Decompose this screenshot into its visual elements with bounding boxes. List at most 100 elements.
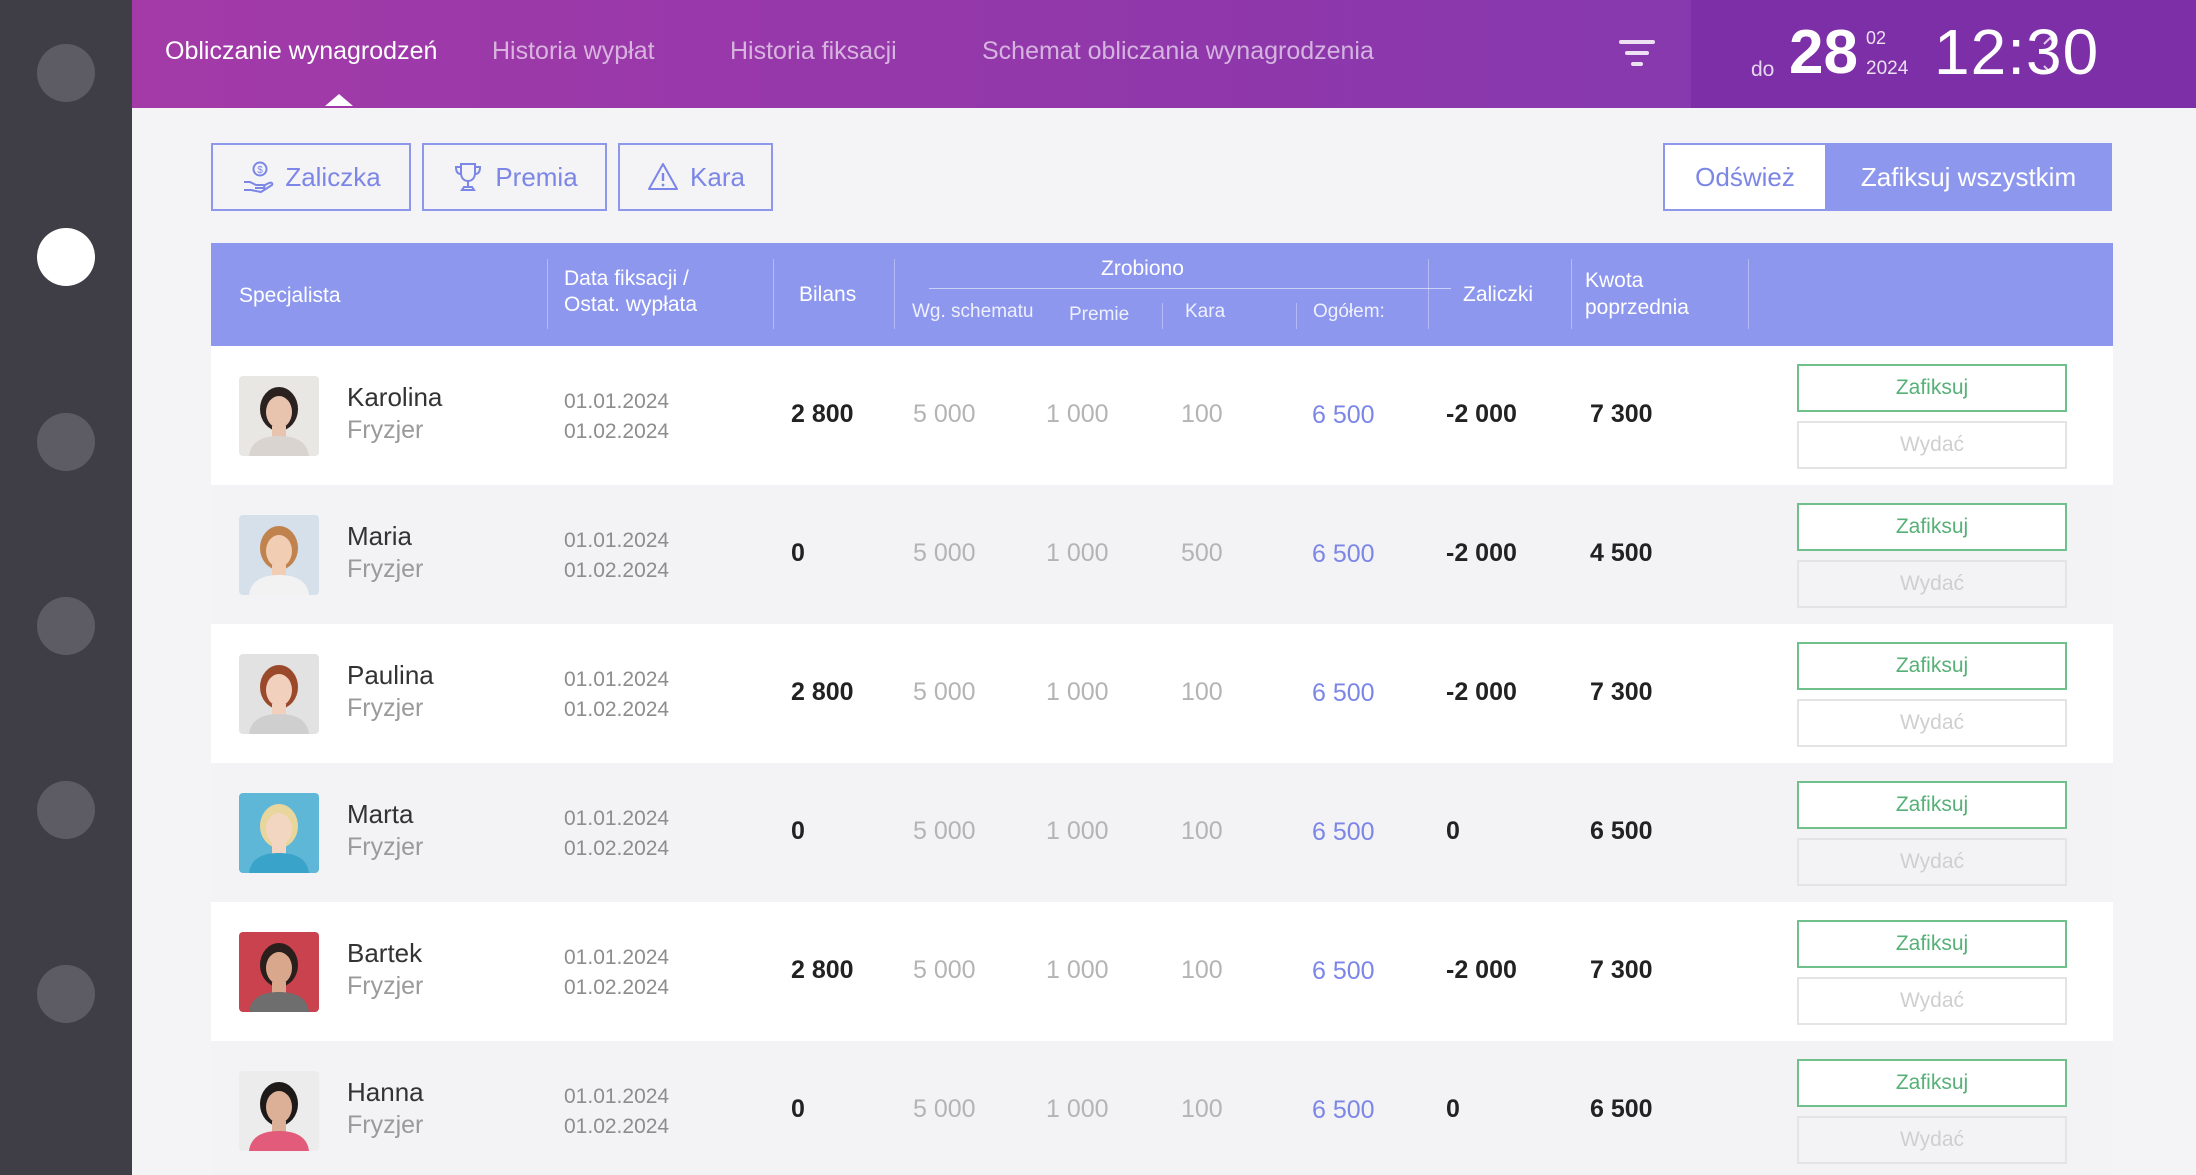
payout-button[interactable]: Wydać bbox=[1797, 421, 2067, 469]
scheme-value: 5 000 bbox=[913, 817, 976, 845]
col-ogolem: Ogółem: bbox=[1313, 301, 1385, 322]
tab-historia-wyplat[interactable]: Historia wypłat bbox=[492, 0, 655, 108]
kara-button[interactable]: Kara bbox=[618, 143, 773, 211]
col-wg-schematu: Wg. schematu bbox=[912, 301, 1034, 322]
balance-value: 0 bbox=[791, 817, 805, 845]
rail-nav-item-1[interactable] bbox=[37, 44, 95, 102]
active-tab-indicator bbox=[325, 94, 353, 106]
payout-button[interactable]: Wydać bbox=[1797, 560, 2067, 608]
payout-button[interactable]: Wydać bbox=[1797, 977, 2067, 1025]
fixation-date: 01.01.2024 bbox=[564, 529, 670, 552]
avatar bbox=[239, 654, 319, 734]
specialist-name: Karolina bbox=[347, 382, 443, 412]
zaliczka-label: Zaliczka bbox=[285, 161, 381, 192]
fix-button[interactable]: Zafiksuj bbox=[1797, 503, 2067, 551]
balance-value: 0 bbox=[791, 1095, 805, 1123]
previous-amount-value: 6 500 bbox=[1590, 817, 1653, 845]
table-row: Paulina Fryzjer 01.01.2024 01.02.2024 2 800 5… bbox=[211, 624, 2113, 763]
specialist-name: Paulina bbox=[347, 660, 434, 690]
date-prefix: do bbox=[1751, 58, 1775, 81]
advances-value: -2 000 bbox=[1446, 956, 1517, 984]
last-payout-date: 01.02.2024 bbox=[564, 559, 670, 582]
fix-button[interactable]: Zafiksuj bbox=[1797, 642, 2067, 690]
last-payout-date: 01.02.2024 bbox=[564, 698, 670, 721]
fix-button[interactable]: Zafiksuj bbox=[1797, 920, 2067, 968]
bonus-value: 1 000 bbox=[1046, 539, 1109, 567]
rail-nav-item-4[interactable] bbox=[37, 597, 95, 655]
last-payout-date: 01.02.2024 bbox=[564, 420, 670, 443]
rail-nav-item-6[interactable] bbox=[37, 965, 95, 1023]
avatar bbox=[239, 1071, 319, 1151]
table-row: Bartek Fryzjer 01.01.2024 01.02.2024 2 800 5 … bbox=[211, 902, 2113, 1041]
specialist-role: Fryzjer bbox=[347, 1111, 424, 1139]
rail-nav-item-5[interactable] bbox=[37, 781, 95, 839]
rail-nav-item-3[interactable] bbox=[37, 413, 95, 471]
balance-value: 2 800 bbox=[791, 678, 854, 706]
specialist-role: Fryzjer bbox=[347, 972, 424, 1000]
penalty-value: 100 bbox=[1181, 678, 1223, 706]
fix-button[interactable]: Zafiksuj bbox=[1797, 1059, 2067, 1107]
side-rail bbox=[0, 0, 132, 1175]
payout-button[interactable]: Wydać bbox=[1797, 699, 2067, 747]
penalty-value: 100 bbox=[1181, 1095, 1223, 1123]
avatar bbox=[239, 515, 319, 595]
last-payout-date: 01.02.2024 bbox=[564, 1115, 670, 1138]
col-zaliczki: Zaliczki bbox=[1463, 283, 1534, 306]
specialist-name: Marta bbox=[347, 799, 414, 829]
specialist-role: Fryzjer bbox=[347, 694, 424, 722]
fixation-date: 01.01.2024 bbox=[564, 1085, 670, 1108]
advances-value: -2 000 bbox=[1446, 678, 1517, 706]
payout-button[interactable]: Wydać bbox=[1797, 1116, 2067, 1164]
scheme-value: 5 000 bbox=[913, 1095, 976, 1123]
date-day: 28 bbox=[1789, 18, 1858, 87]
col-zrobiono: Zrobiono bbox=[1101, 257, 1184, 280]
advances-value: 0 bbox=[1446, 817, 1460, 845]
filter-icon[interactable] bbox=[1619, 38, 1655, 68]
tab-schemat[interactable]: Schemat obliczania wynagrodzenia bbox=[982, 0, 1374, 108]
bonus-value: 1 000 bbox=[1046, 1095, 1109, 1123]
top-bar: Obliczanie wynagrodzeń Historia wypłat H… bbox=[132, 0, 2196, 108]
rail-nav-item-2[interactable] bbox=[37, 228, 95, 286]
payout-button[interactable]: Wydać bbox=[1797, 838, 2067, 886]
total-value: 6 500 bbox=[1312, 818, 1375, 846]
fix-all-button[interactable]: Zafiksuj wszystkim bbox=[1825, 143, 2112, 211]
tab-historia-fiksacji[interactable]: Historia fiksacji bbox=[730, 0, 897, 108]
avatar bbox=[239, 932, 319, 1012]
scheme-value: 5 000 bbox=[913, 956, 976, 984]
scheme-value: 5 000 bbox=[913, 678, 976, 706]
total-value: 6 500 bbox=[1312, 401, 1375, 429]
specialist-role: Fryzjer bbox=[347, 555, 424, 583]
advances-value: -2 000 bbox=[1446, 400, 1517, 428]
total-value: 6 500 bbox=[1312, 957, 1375, 985]
hand-coin-icon: $ bbox=[244, 161, 274, 193]
specialist-role: Fryzjer bbox=[347, 416, 424, 444]
fixation-date: 01.01.2024 bbox=[564, 390, 670, 413]
fixation-date: 01.01.2024 bbox=[564, 807, 670, 830]
zaliczka-button[interactable]: $ Zaliczka bbox=[211, 143, 411, 211]
table-row: Maria Fryzjer 01.01.2024 01.02.2024 0 5 000 1 … bbox=[211, 485, 2113, 624]
refresh-button[interactable]: Odśwież bbox=[1663, 143, 1827, 211]
time-display: 12:30 bbox=[1934, 16, 2100, 88]
kara-label: Kara bbox=[690, 161, 745, 192]
total-value: 6 500 bbox=[1312, 540, 1375, 568]
specialist-name: Maria bbox=[347, 521, 413, 551]
trophy-icon bbox=[455, 163, 482, 191]
penalty-value: 100 bbox=[1181, 956, 1223, 984]
chevron-down-icon[interactable] bbox=[2042, 61, 2058, 77]
table-header: Specjalista Data fiksacji / Ostat. wypła… bbox=[211, 243, 2113, 346]
date-time-panel: do 28 02 2024 12:30 bbox=[1691, 0, 2196, 108]
scheme-value: 5 000 bbox=[913, 539, 976, 567]
premia-button[interactable]: Premia bbox=[422, 143, 607, 211]
tab-obliczanie[interactable]: Obliczanie wynagrodzeń bbox=[165, 0, 437, 108]
fix-button[interactable]: Zafiksuj bbox=[1797, 364, 2067, 412]
warning-icon bbox=[648, 163, 679, 190]
svg-text:$: $ bbox=[258, 165, 264, 176]
chevron-up-icon[interactable] bbox=[2042, 33, 2058, 49]
previous-amount-value: 7 300 bbox=[1590, 956, 1653, 984]
col-kwota-line2: poprzednia bbox=[1585, 296, 1689, 319]
balance-value: 2 800 bbox=[791, 956, 854, 984]
specialist-name: Bartek bbox=[347, 938, 423, 968]
previous-amount-value: 4 500 bbox=[1590, 539, 1653, 567]
avatar bbox=[239, 376, 319, 456]
fix-button[interactable]: Zafiksuj bbox=[1797, 781, 2067, 829]
